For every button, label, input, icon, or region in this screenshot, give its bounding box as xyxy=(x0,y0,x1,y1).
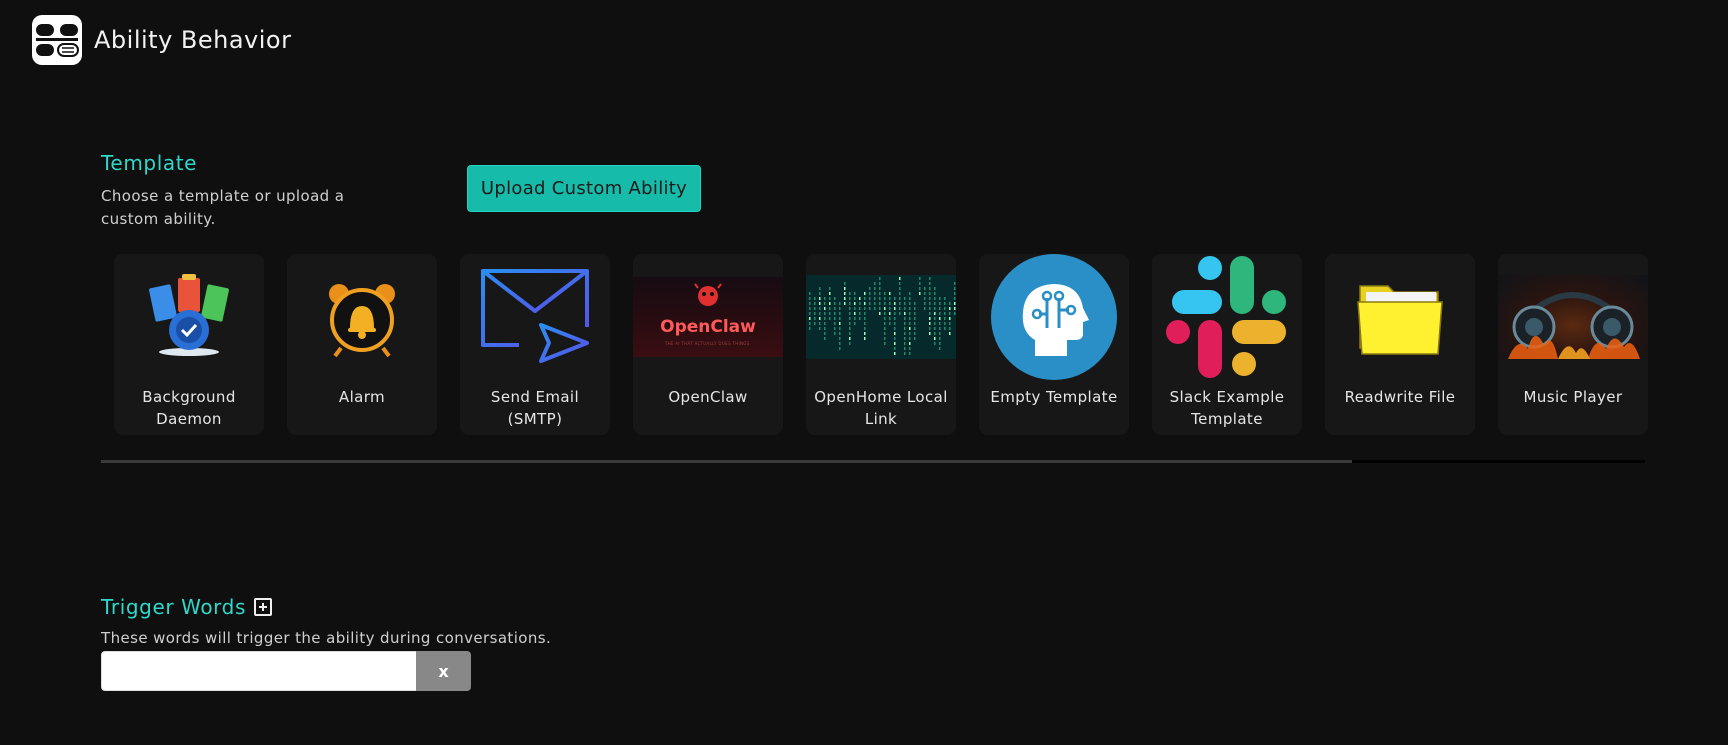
template-card-empty-template[interactable]: Empty Template xyxy=(979,254,1129,435)
template-card-music-player[interactable]: Music Player xyxy=(1498,254,1648,435)
template-card-label: Empty Template xyxy=(990,388,1118,406)
header: Ability Behavior xyxy=(32,15,291,65)
template-card-label: Music Player xyxy=(1523,388,1623,406)
template-card-label: Alarm xyxy=(338,388,386,406)
openclaw-banner-text: OpenClaw xyxy=(660,317,756,337)
carousel-scrollbar[interactable] xyxy=(101,460,1645,463)
trigger-words-title: Trigger Words xyxy=(101,595,246,619)
template-card-label: OpenClaw xyxy=(668,388,748,406)
openhome-logo-icon[interactable] xyxy=(32,15,82,65)
template-card-background-daemon[interactable]: Background Daemon xyxy=(114,254,264,435)
trigger-word-row: x xyxy=(101,651,471,691)
plus-square-icon[interactable] xyxy=(253,598,272,616)
trigger-words-header: Trigger Words xyxy=(101,595,272,619)
template-card-label: Send Email (SMTP) xyxy=(490,388,580,428)
template-carousel: Background Daemon Alarm Send Email (SMTP… xyxy=(114,254,1648,435)
matrix-code-icon xyxy=(806,254,956,380)
trigger-words-description: These words will trigger the ability dur… xyxy=(101,629,552,647)
template-section-description: Choose a template or upload a custom abi… xyxy=(101,187,345,228)
openclaw-banner-subtext: THE AI THAT ACTUALLY DOES THINGS. xyxy=(664,341,752,346)
template-section-title: Template xyxy=(101,151,198,175)
clear-trigger-word-button[interactable]: x xyxy=(416,651,471,691)
template-card-openhome-local-link[interactable]: OpenHome Local Link xyxy=(806,254,956,435)
template-card-label: OpenHome Local Link xyxy=(814,388,948,428)
alarm-clock-icon xyxy=(287,254,437,380)
template-card-send-email[interactable]: Send Email (SMTP) xyxy=(460,254,610,435)
email-send-icon xyxy=(460,254,610,380)
template-card-label: Background Daemon xyxy=(142,388,236,428)
template-card-readwrite-file[interactable]: Readwrite File xyxy=(1325,254,1475,435)
ability-behavior-page: Ability Behavior Template Choose a templ… xyxy=(0,0,1728,745)
template-card-label: Readwrite File xyxy=(1344,388,1456,406)
template-card-alarm[interactable]: Alarm xyxy=(287,254,437,435)
trigger-word-input[interactable] xyxy=(101,651,416,691)
headphones-fire-icon xyxy=(1498,254,1648,380)
folder-icon xyxy=(1325,254,1475,380)
head-circuit-icon xyxy=(979,254,1129,380)
template-card-slack-example[interactable]: Slack Example Template xyxy=(1152,254,1302,435)
template-card-openclaw[interactable]: OpenClaw THE AI THAT ACTUALLY DOES THING… xyxy=(633,254,783,435)
page-title: Ability Behavior xyxy=(94,26,292,54)
gear-documents-icon xyxy=(114,254,264,380)
upload-custom-ability-button[interactable]: Upload Custom Ability xyxy=(467,165,701,212)
slack-logo-icon xyxy=(1152,254,1302,380)
template-card-label: Slack Example Template xyxy=(1169,388,1285,428)
openclaw-banner-icon: OpenClaw THE AI THAT ACTUALLY DOES THING… xyxy=(633,254,783,380)
carousel-scrollbar-thumb[interactable] xyxy=(101,460,1352,463)
